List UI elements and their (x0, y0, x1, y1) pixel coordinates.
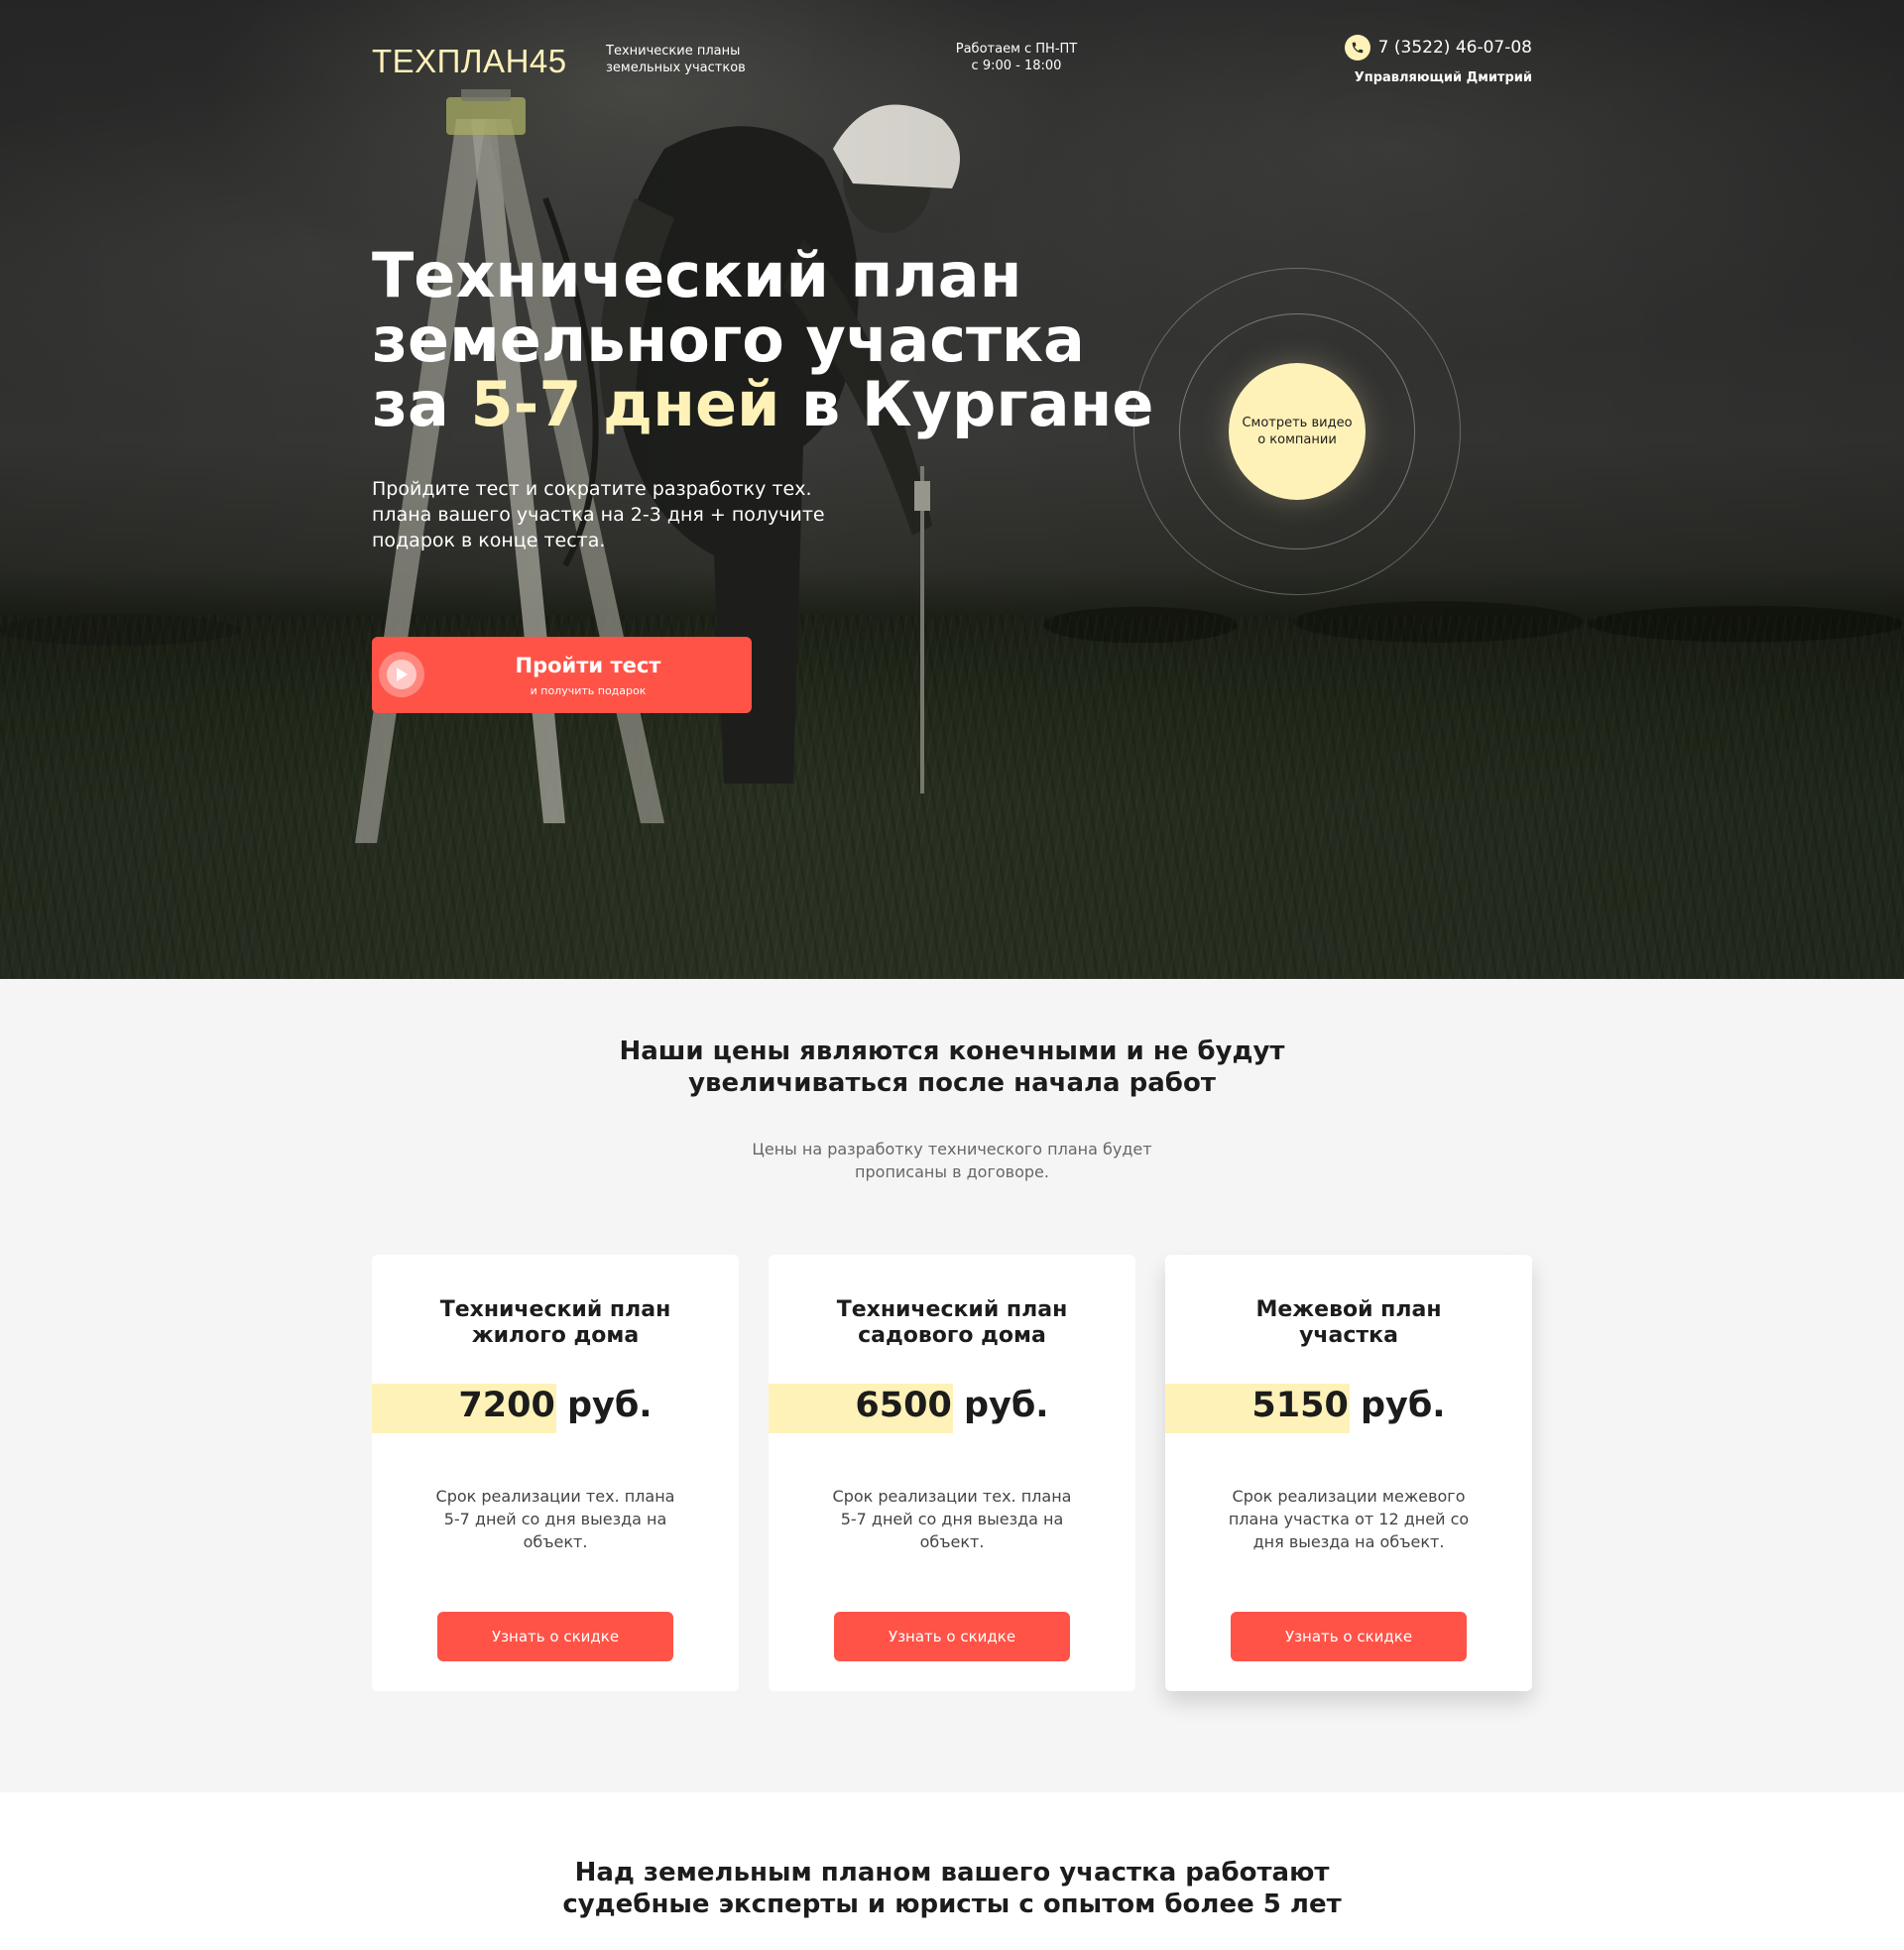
tagline-line: земельных участков (606, 61, 746, 75)
watch-video-button[interactable]: Смотреть видео о компании (1229, 363, 1366, 500)
experts-title-line: Над земельным планом вашего участка рабо… (574, 1858, 1330, 1888)
phone-icon (1344, 35, 1370, 61)
price-value: 6500 руб. (769, 1386, 1135, 1425)
hero-title-suffix: в Кургане (779, 368, 1154, 440)
prices-subtitle-line: прописаны в договоре. (855, 1162, 1049, 1181)
price-amount: 6500 (855, 1386, 952, 1425)
experts-title: Над земельным планом вашего участка рабо… (555, 1857, 1349, 1920)
price-card-title-line: участка (1299, 1323, 1398, 1348)
price-value: 5150 руб. (1165, 1386, 1532, 1425)
watch-video-widget[interactable]: Смотреть видео о компании (1133, 268, 1461, 595)
contact-block: 7 (3522) 46-07-08 Управляющий Дмитрий (1344, 35, 1532, 85)
working-hours: Работаем с ПН-ПТ с 9:00 - 18:00 (932, 41, 1101, 74)
hero-subtitle-line: плана вашего участка на 2-3 дня + получи… (372, 504, 825, 526)
hero-subtitle-line: подарок в конце теста. (372, 530, 606, 551)
price-currency: руб. (1348, 1386, 1446, 1425)
price-card-title-line: Технический план (439, 1297, 671, 1322)
play-icon (379, 652, 424, 697)
hero-section: ТЕХПЛАН45 Технические планы земельных уч… (0, 0, 1904, 979)
hours-line: Работаем с ПН-ПТ (955, 42, 1078, 57)
price-card: Межевой план участка 5150 руб. Срок реал… (1165, 1255, 1532, 1691)
prices-title-line: увеличиваться после начала работ (688, 1068, 1216, 1098)
prices-subtitle: Цены на разработку технического плана бу… (654, 1138, 1250, 1183)
price-card-title: Межевой план участка (1185, 1297, 1512, 1349)
hero-subtitle: Пройдите тест и сократите разработку тех… (372, 476, 838, 553)
prices-section: Наши цены являются конечными и не будут … (0, 979, 1904, 1792)
take-test-sublabel: и получить подарок (530, 684, 647, 697)
discount-button[interactable]: Узнать о скидке (1231, 1612, 1467, 1661)
price-card-description: Срок реализации тех. плана 5-7 дней со д… (421, 1485, 689, 1553)
tagline-line: Технические планы (606, 44, 741, 59)
prices-title: Наши цены являются конечными и не будут … (555, 1036, 1349, 1099)
description-line: Срок реализации межевого (1232, 1487, 1466, 1506)
experts-section: Над земельным планом вашего участка рабо… (0, 1792, 1904, 1950)
take-test-label: Пройти тест (515, 654, 661, 677)
description-line: Срок реализации тех. плана (832, 1487, 1072, 1506)
description-line: объект. (919, 1532, 985, 1551)
description-line: дня выезда на объект. (1252, 1532, 1445, 1551)
manager-name: Управляющий Дмитрий (1354, 70, 1532, 85)
video-label-line: Смотреть видео (1242, 416, 1353, 430)
price-card-title-line: Технический план (836, 1297, 1068, 1322)
price-card-title: Технический план садового дома (788, 1297, 1116, 1349)
price-card-description: Срок реализации тех. плана 5-7 дней со д… (818, 1485, 1086, 1553)
price-amount: 5150 (1251, 1386, 1349, 1425)
logo[interactable]: ТЕХПЛАН45 (372, 43, 567, 80)
description-line: 5-7 дней со дня выезда на (840, 1510, 1064, 1528)
prices-title-line: Наши цены являются конечными и не будут (619, 1036, 1285, 1066)
price-card-description: Срок реализации межевого плана участка о… (1215, 1485, 1483, 1553)
price-card: Технический план садового дома 6500 руб.… (769, 1255, 1135, 1691)
header-tagline: Технические планы земельных участков (606, 43, 804, 76)
description-line: объект. (523, 1532, 588, 1551)
site-header: ТЕХПЛАН45 Технические планы земельных уч… (372, 35, 1532, 94)
prices-subtitle-line: Цены на разработку технического плана бу… (752, 1140, 1152, 1158)
video-label-line: о компании (1257, 432, 1337, 447)
take-test-button[interactable]: Пройти тест и получить подарок (372, 637, 752, 713)
phone-line[interactable]: 7 (3522) 46-07-08 (1344, 35, 1532, 61)
price-currency: руб. (554, 1386, 653, 1425)
experts-title-line: судебные эксперты и юристы с опытом боле… (562, 1889, 1342, 1919)
price-amount: 7200 (458, 1386, 555, 1425)
play-icon-inner (387, 660, 416, 689)
description-line: 5-7 дней со дня выезда на (443, 1510, 667, 1528)
price-currency: руб. (951, 1386, 1049, 1425)
hero-subtitle-line: Пройдите тест и сократите разработку тех… (372, 478, 812, 500)
hero-title-prefix: за (372, 368, 471, 440)
price-card-title: Технический план жилого дома (392, 1297, 719, 1349)
discount-button[interactable]: Узнать о скидке (834, 1612, 1070, 1661)
price-card-title-line: садового дома (858, 1323, 1046, 1348)
price-card-title-line: жилого дома (471, 1323, 640, 1348)
hero-title-accent: 5-7 дней (470, 368, 780, 440)
price-card-title-line: Межевой план (1255, 1297, 1442, 1322)
discount-button[interactable]: Узнать о скидке (437, 1612, 673, 1661)
description-line: Срок реализации тех. плана (435, 1487, 675, 1506)
price-card: Технический план жилого дома 7200 руб. С… (372, 1255, 739, 1691)
hero-overlay (0, 0, 1904, 979)
description-line: плана участка от 12 дней со (1228, 1510, 1470, 1528)
hours-line: с 9:00 - 18:00 (971, 59, 1062, 73)
watch-video-label: Смотреть видео о компании (1238, 415, 1357, 448)
phone-number[interactable]: 7 (3522) 46-07-08 (1378, 38, 1532, 58)
price-value: 7200 руб. (372, 1386, 739, 1425)
